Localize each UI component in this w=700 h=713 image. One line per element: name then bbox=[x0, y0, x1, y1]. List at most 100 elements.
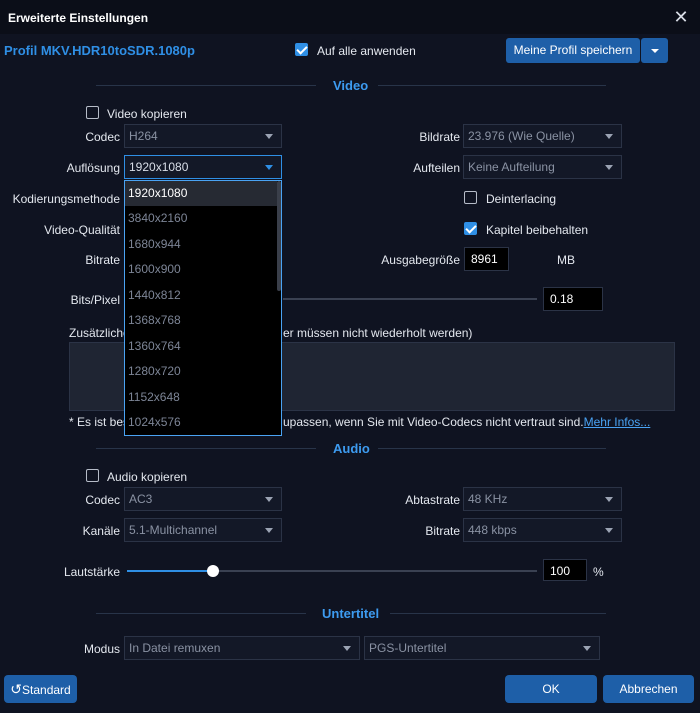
bits-pixel-slider[interactable] bbox=[283, 298, 537, 300]
samplerate-value: 48 KHz bbox=[468, 492, 508, 506]
chevron-down-icon bbox=[583, 646, 591, 651]
framerate-select[interactable]: 23.976 (Wie Quelle) bbox=[463, 124, 622, 148]
section-divider bbox=[390, 613, 606, 614]
volume-slider-fill bbox=[127, 570, 213, 572]
resolution-option[interactable]: 1024x576 bbox=[125, 410, 277, 435]
framerate-label: Bildrate bbox=[419, 130, 460, 144]
samplerate-select[interactable]: 48 KHz bbox=[463, 487, 622, 511]
dropdown-scrollbar[interactable] bbox=[277, 181, 281, 291]
resolution-option[interactable]: 1152x648 bbox=[125, 385, 277, 410]
deinterlacing-label: Deinterlacing bbox=[486, 192, 557, 206]
resolution-option[interactable]: 1680x944 bbox=[125, 232, 277, 257]
section-divider bbox=[96, 85, 316, 86]
output-size-unit: MB bbox=[557, 253, 575, 267]
resolution-option[interactable]: 1440x812 bbox=[125, 283, 277, 308]
video-codec-label: Codec bbox=[85, 130, 120, 144]
audio-bitrate-value: 448 kbps bbox=[468, 523, 517, 537]
audio-copy-checkbox[interactable] bbox=[86, 469, 99, 482]
audio-copy-label: Audio kopieren bbox=[107, 470, 188, 484]
chevron-down-icon bbox=[605, 528, 613, 533]
subtitle-type-value: PGS-Untertitel bbox=[369, 641, 447, 655]
close-icon[interactable]: ✕ bbox=[670, 6, 692, 28]
keep-chapters-checkbox[interactable] bbox=[464, 222, 477, 235]
volume-unit: % bbox=[593, 565, 604, 579]
channels-select[interactable]: 5.1-Multichannel bbox=[124, 518, 282, 542]
codec-note-text: upassen, wenn Sie mit Video-Codecs nicht… bbox=[283, 415, 584, 429]
title-bar: Erweiterte Einstellungen ✕ bbox=[0, 0, 700, 34]
resolution-option[interactable]: 1600x900 bbox=[125, 257, 277, 282]
audio-section-title: Audio bbox=[333, 441, 370, 456]
chevron-down-icon bbox=[265, 497, 273, 502]
resolution-option[interactable]: 1280x720 bbox=[125, 359, 277, 384]
chevron-down-icon bbox=[265, 134, 273, 139]
channels-label: Kanäle bbox=[82, 524, 120, 538]
default-button-label: Standard bbox=[22, 683, 71, 697]
keep-chapters-label: Kapitel beibehalten bbox=[486, 223, 589, 237]
bits-pixel-input[interactable]: 0.18 bbox=[543, 287, 603, 311]
apply-all-checkbox[interactable] bbox=[295, 43, 308, 56]
resolution-select[interactable]: 1920x1080 bbox=[124, 155, 282, 179]
channels-value: 5.1-Multichannel bbox=[129, 523, 218, 537]
ok-button[interactable]: OK bbox=[505, 675, 597, 703]
subtitle-mode-select[interactable]: In Datei remuxen bbox=[124, 636, 360, 660]
chevron-down-icon bbox=[343, 646, 351, 651]
default-button[interactable]: ↺Standard bbox=[4, 675, 77, 703]
chevron-down-icon bbox=[605, 134, 613, 139]
output-size-input[interactable]: 8961 bbox=[464, 247, 509, 271]
section-divider bbox=[378, 85, 606, 86]
output-size-label: Ausgabegröße bbox=[381, 253, 460, 267]
codec-note-left: * Es ist bes bbox=[69, 415, 130, 429]
resolution-option[interactable]: 1368x768 bbox=[125, 308, 277, 333]
chevron-down-icon bbox=[605, 497, 613, 502]
audio-codec-label: Codec bbox=[85, 493, 120, 507]
codec-note-right: upassen, wenn Sie mit Video-Codecs nicht… bbox=[283, 415, 650, 429]
resolution-label: Auflösung bbox=[66, 161, 120, 175]
chevron-down-icon bbox=[605, 165, 613, 170]
video-copy-checkbox[interactable] bbox=[86, 106, 99, 119]
audio-codec-select[interactable]: AC3 bbox=[124, 487, 282, 511]
resolution-dropdown-list: 1920x1080 3840x2160 1680x944 1600x900 14… bbox=[124, 180, 282, 436]
reset-icon: ↺ bbox=[10, 681, 23, 697]
video-quality-label: Video-Qualität bbox=[44, 223, 120, 237]
window-title: Erweiterte Einstellungen bbox=[8, 11, 149, 25]
mode-label: Modus bbox=[83, 642, 120, 656]
audio-bitrate-select[interactable]: 448 kbps bbox=[463, 518, 622, 542]
audio-bitrate-label: Bitrate bbox=[425, 524, 460, 538]
volume-input[interactable]: 100 bbox=[543, 559, 587, 581]
resolution-option[interactable]: 1360x764 bbox=[125, 334, 277, 359]
video-bitrate-label: Bitrate bbox=[85, 253, 120, 267]
split-value: Keine Aufteilung bbox=[468, 160, 555, 174]
extra-params-label-left: Zusätzliche bbox=[69, 326, 130, 340]
bits-pixel-label: Bits/Pixel bbox=[70, 293, 120, 307]
split-select[interactable]: Keine Aufteilung bbox=[463, 155, 622, 179]
subtitle-mode-value: In Datei remuxen bbox=[129, 641, 221, 655]
encoding-method-label: Kodierungsmethode bbox=[12, 192, 120, 206]
resolution-option[interactable]: 3840x2160 bbox=[125, 206, 277, 231]
profile-name: Profil MKV.HDR10toSDR.1080p bbox=[4, 43, 195, 58]
deinterlacing-checkbox[interactable] bbox=[464, 191, 477, 204]
chevron-down-icon bbox=[265, 528, 273, 533]
samplerate-label: Abtastrate bbox=[405, 493, 460, 507]
section-divider bbox=[96, 613, 306, 614]
save-profile-dropdown[interactable] bbox=[641, 38, 668, 63]
video-codec-select[interactable]: H264 bbox=[124, 124, 282, 148]
section-divider bbox=[378, 448, 606, 449]
apply-all-label: Auf alle anwenden bbox=[317, 44, 416, 58]
split-label: Aufteilen bbox=[413, 161, 460, 175]
resolution-option[interactable]: 1920x1080 bbox=[125, 181, 277, 206]
video-copy-label: Video kopieren bbox=[107, 107, 187, 121]
chevron-down-icon bbox=[651, 49, 659, 53]
volume-label: Lautstärke bbox=[63, 565, 120, 579]
video-codec-value: H264 bbox=[129, 129, 158, 143]
audio-codec-value: AC3 bbox=[129, 492, 153, 506]
subtitle-type-select[interactable]: PGS-Untertitel bbox=[364, 636, 600, 660]
subtitle-section-title: Untertitel bbox=[322, 606, 380, 621]
video-section-title: Video bbox=[333, 78, 369, 93]
chevron-down-icon bbox=[265, 165, 273, 170]
save-profile-button[interactable]: Meine Profil speichern bbox=[506, 38, 640, 63]
volume-slider-handle[interactable] bbox=[207, 565, 219, 577]
resolution-value: 1920x1080 bbox=[129, 160, 189, 174]
extra-params-label-right: er müssen nicht wiederholt werden) bbox=[283, 326, 473, 340]
cancel-button[interactable]: Abbrechen bbox=[603, 675, 694, 703]
more-info-link[interactable]: Mehr Infos... bbox=[584, 415, 651, 429]
